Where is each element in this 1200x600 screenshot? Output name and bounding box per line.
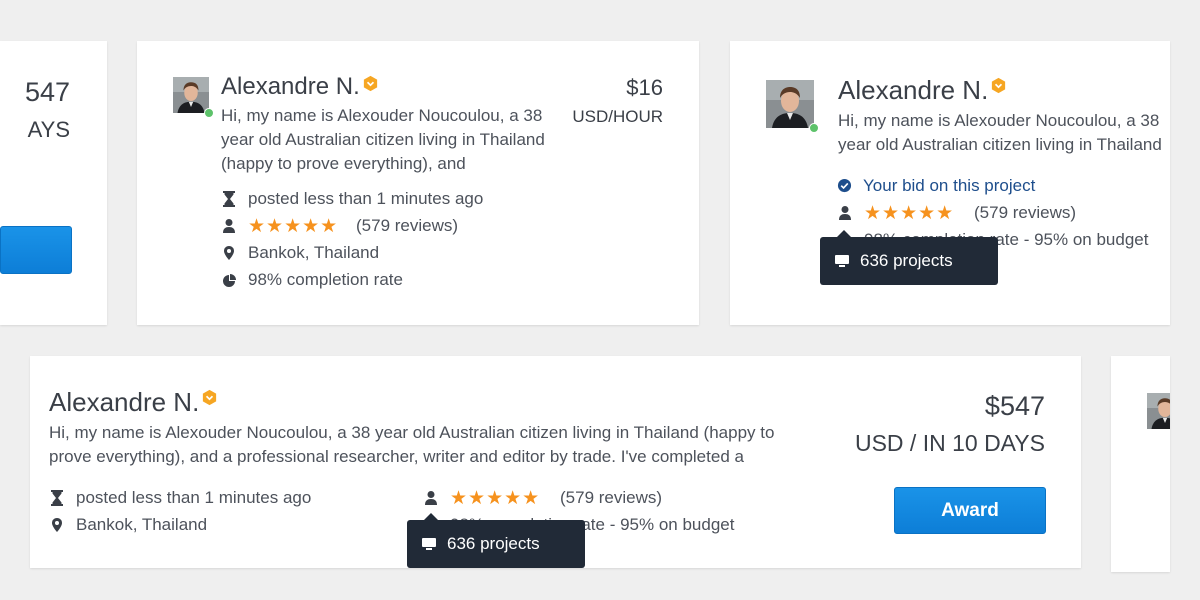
rating-row: ★★★★★ (579 reviews) bbox=[222, 215, 522, 237]
monitor-icon bbox=[422, 538, 436, 550]
user-icon[interactable] bbox=[222, 218, 236, 234]
monitor-icon bbox=[835, 255, 849, 267]
partial-card-right bbox=[1111, 356, 1170, 572]
verified-badge-icon bbox=[201, 389, 218, 406]
online-indicator bbox=[809, 123, 819, 133]
name-text: Alexandre N. bbox=[49, 387, 200, 417]
tooltip-arrow bbox=[423, 513, 439, 521]
bid-price: 547 bbox=[24, 77, 70, 107]
location-text: Bankok, Thailand bbox=[76, 515, 208, 534]
freelancer-name[interactable]: Alexandre N. bbox=[49, 387, 218, 418]
reviews-count[interactable]: (579 reviews) bbox=[560, 487, 662, 509]
pie-chart-icon bbox=[222, 272, 236, 288]
rating-stars: ★★★★★ bbox=[248, 216, 339, 237]
partial-card-left: 547 AYS bbox=[0, 41, 107, 325]
award-button[interactable]: Award bbox=[894, 487, 1046, 534]
tooltip-arrow bbox=[836, 230, 852, 238]
bid-price: $16 bbox=[626, 75, 663, 100]
rating-row: ★★★★★ (579 reviews) bbox=[424, 487, 744, 509]
bid-unit: AYS bbox=[27, 117, 70, 142]
name-text: Alexandre N. bbox=[221, 73, 360, 100]
posted-text: posted less than 1 minutes ago bbox=[248, 189, 484, 208]
verified-badge-icon bbox=[362, 75, 379, 92]
bid-card: Alexandre N. Hi, my name is Alexouder No… bbox=[137, 41, 699, 325]
avatar[interactable] bbox=[173, 77, 209, 113]
check-circle-icon bbox=[837, 178, 852, 193]
freelancer-name[interactable]: Alexandre N. bbox=[838, 75, 1007, 106]
bid-unit: USD/HOUR bbox=[572, 107, 663, 126]
location-pin-icon bbox=[222, 245, 236, 261]
avatar[interactable] bbox=[766, 80, 814, 128]
bid-price: $547 bbox=[984, 391, 1045, 421]
user-icon[interactable] bbox=[838, 205, 852, 221]
hourglass-icon bbox=[50, 490, 64, 506]
online-indicator bbox=[204, 108, 214, 118]
posted-text: posted less than 1 minutes ago bbox=[76, 488, 312, 507]
freelancer-name[interactable]: Alexandre N. bbox=[221, 73, 379, 101]
projects-tooltip: 636 projects bbox=[820, 230, 998, 285]
bid-description: Hi, my name is Alexouder Noucoulou, a 38… bbox=[49, 423, 775, 466]
rating-stars: ★★★★★ bbox=[864, 203, 955, 224]
rating-stars: ★★★★★ bbox=[450, 488, 541, 509]
user-icon[interactable] bbox=[424, 490, 438, 506]
rating-row: ★★★★★ (579 reviews) bbox=[838, 202, 1158, 224]
hourglass-icon bbox=[222, 191, 236, 207]
bid-unit: USD / IN 10 DAYS bbox=[854, 430, 1045, 456]
name-text: Alexandre N. bbox=[838, 75, 989, 105]
award-button[interactable] bbox=[0, 226, 72, 274]
reviews-count[interactable]: (579 reviews) bbox=[974, 202, 1076, 224]
projects-tooltip: 636 projects bbox=[407, 513, 585, 568]
projects-count: 636 projects bbox=[447, 534, 540, 553]
bid-description: Hi, my name is Alexouder Noucoulou, a 38… bbox=[838, 111, 1162, 154]
projects-count: 636 projects bbox=[860, 251, 953, 270]
your-bid-link[interactable]: Your bid on this project bbox=[863, 175, 1035, 197]
bid-description: Hi, my name is Alexouder Noucoulou, a 38… bbox=[221, 106, 545, 173]
avatar[interactable] bbox=[1147, 393, 1170, 429]
verified-badge-icon bbox=[990, 77, 1007, 94]
location-text: Bankok, Thailand bbox=[248, 243, 380, 262]
reviews-count[interactable]: (579 reviews) bbox=[356, 215, 458, 237]
location-pin-icon bbox=[50, 517, 64, 533]
completion-text: 98% completion rate bbox=[248, 270, 403, 289]
